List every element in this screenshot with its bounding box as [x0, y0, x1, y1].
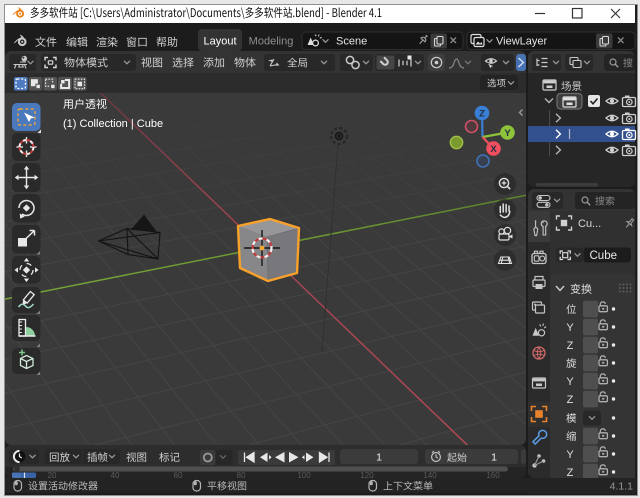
- svg-text:40: 40: [111, 471, 120, 480]
- svg-text:80: 80: [237, 471, 246, 480]
- svg-text:(1) Collection | Cube: (1) Collection | Cube: [63, 118, 163, 130]
- svg-text:20: 20: [48, 471, 57, 480]
- svg-text:Y: Y: [566, 449, 574, 461]
- svg-text:100: 100: [297, 471, 311, 480]
- svg-text:Modeling: Modeling: [249, 36, 294, 48]
- svg-text:160: 160: [486, 471, 500, 480]
- svg-text:4.1.1: 4.1.1: [610, 481, 634, 493]
- svg-text:Y: Y: [504, 128, 511, 139]
- svg-text:120: 120: [360, 471, 374, 480]
- svg-text:ViewLayer: ViewLayer: [496, 36, 547, 48]
- svg-text:60: 60: [174, 471, 183, 480]
- svg-text:Cube: Cube: [590, 250, 618, 262]
- svg-text:Cu...: Cu...: [578, 218, 601, 230]
- svg-text:Z: Z: [479, 108, 485, 119]
- svg-text:Scene: Scene: [336, 36, 367, 48]
- svg-text:Y: Y: [566, 322, 574, 334]
- svg-text:Z: Z: [567, 394, 574, 406]
- svg-text:Z: Z: [567, 467, 574, 479]
- svg-text:140: 140: [423, 471, 437, 480]
- svg-text:Layout: Layout: [203, 36, 236, 48]
- svg-text:Z: Z: [567, 340, 574, 352]
- svg-text:1: 1: [376, 452, 382, 464]
- svg-text:X: X: [490, 144, 497, 155]
- svg-text:1: 1: [491, 452, 497, 464]
- svg-text:Y: Y: [566, 376, 574, 388]
